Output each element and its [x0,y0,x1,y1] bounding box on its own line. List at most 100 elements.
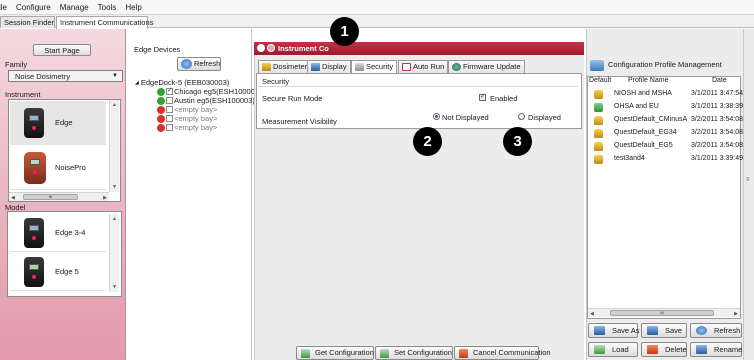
bay-checkbox[interactable] [166,124,173,131]
tree-node-bay[interactable]: <empty bay> [157,105,217,114]
bay-checkbox[interactable] [166,106,173,113]
profile-date: 3/1/2011 3:39:49 [691,155,744,162]
scroll-down-icon: ▼ [112,184,117,190]
button-label: Save [665,326,683,335]
displayed-radio[interactable] [518,113,525,120]
load-icon [594,345,605,354]
calendar-icon [402,63,411,71]
tree-node-bay[interactable]: Austin eg5(ESH100003) [157,96,255,105]
instrument-name: Edge [55,118,73,127]
lock-icon [594,116,603,125]
column-default[interactable]: Default [589,77,611,84]
tab-label: Display [322,62,347,71]
menu-configure[interactable]: Configure [12,3,56,12]
table-row[interactable]: OHSA and EU 3/1/2011 3:38:39 [588,103,743,113]
profile-manager-icon [590,60,604,71]
bay-checkbox[interactable] [166,115,173,122]
button-label: Refresh [714,326,741,335]
cancel-communication-button[interactable]: Cancel Communication [454,346,551,360]
edge-refresh-button[interactable]: Refresh [177,57,221,71]
profile-name: NIOSH and MSHA [614,90,672,97]
get-configuration-button[interactable]: Get Configuration [296,346,374,360]
tree-node-bay[interactable]: Chicago eg5(ESH100005) [157,86,262,96]
instrument-list-hscrollbar[interactable]: ◀ III ▶ [9,192,109,201]
tree-node-dock[interactable]: ◢ EdgeDock-5 (EEB030003) [135,78,229,87]
profile-management-title: Configuration Profile Management [608,60,722,69]
tab-auto-run[interactable]: Auto Run [398,60,449,73]
not-displayed-radio[interactable] [433,113,440,120]
scroll-left-icon: ◀ [11,195,15,201]
lock-icon [594,142,603,151]
table-row[interactable]: test3and4 3/1/2011 3:39:49 [588,155,744,165]
download-icon [301,349,310,358]
profile-table-hscrollbar[interactable]: ◀ III ▶ [588,308,740,317]
save-as-button[interactable]: Save As [588,323,640,338]
scroll-grip: III [48,194,53,199]
family-select[interactable]: Noise Dosimetry ▼ [8,70,123,82]
list-item-edge-3-4[interactable]: Edge 3-4 [10,214,106,252]
tab-session-finder[interactable]: Session Finder [0,16,55,28]
table-row[interactable]: QuestDefault_EG34 3/2/2011 3:54:08 [588,129,743,139]
refresh-icon [696,326,707,335]
menu-file[interactable]: ile [0,3,12,12]
callout-1: 1 [330,17,359,46]
delete-button[interactable]: Delete [641,342,687,357]
scroll-up-icon: ▲ [112,216,117,222]
tab-instrument-communications[interactable]: Instrument Communications [56,16,153,29]
instrument-list-vscrollbar[interactable]: ▲ ▼ [109,100,119,192]
button-label: Rename [714,345,743,354]
model-name: Edge 5 [55,267,79,276]
tree-node-bay[interactable]: <empty bay> [157,123,217,132]
scroll-thumb[interactable]: III [23,194,78,200]
load-button[interactable]: Load [588,342,638,357]
upload-icon [380,349,389,358]
start-page-button[interactable]: Start Page [33,44,91,56]
expand-panel-icon[interactable]: ≡ [746,177,750,183]
save-as-icon [594,326,605,335]
table-row[interactable]: QuestDefault_EG5 3/2/2011 3:54:08 [588,142,743,152]
bay-checkbox[interactable] [166,86,173,95]
noisepro-device-icon [24,152,46,184]
instrument-config-title: Instrument Co [278,44,329,53]
model-label: Model [5,203,26,212]
menu-manage[interactable]: Manage [56,3,94,12]
column-profile-name[interactable]: Profile Name [628,77,668,84]
tree-node-bay[interactable]: <empty bay> [157,114,217,123]
tab-security[interactable]: Security [351,60,398,74]
secure-run-enabled-checkbox[interactable] [479,92,486,101]
set-configuration-button[interactable]: Set Configuration [375,346,453,360]
menu-tools[interactable]: Tools [94,3,122,12]
list-item-edge-5[interactable]: Edge 5 [10,253,106,291]
tab-display[interactable]: Display [307,60,351,73]
table-row[interactable]: NIOSH and MSHA 3/1/2011 3:47:54 [588,90,743,100]
bay-checkbox[interactable] [166,97,173,104]
bay-label: <empty bay> [174,123,218,132]
scroll-left-icon: ◀ [590,311,594,317]
instrument-config-titlebar: Instrument Co [254,42,584,55]
profile-name: QuestDefault_EG5 [614,142,673,149]
menu-help[interactable]: Help [121,3,146,12]
secure-run-mode-label: Secure Run Mode [262,94,323,103]
status-error-icon [157,123,165,132]
column-date[interactable]: Date [712,77,727,84]
dock-label: EdgeDock-5 (EEB030003) [140,78,230,87]
profile-name: QuestDefault_CMinusA [614,116,688,123]
edge-device-icon [24,257,44,287]
scroll-thumb[interactable]: III [610,310,714,316]
list-item-noisepro[interactable]: NoisePro [10,146,106,190]
rename-button[interactable]: Rename [690,342,742,357]
status-error-icon [157,105,165,114]
tree-expand-icon[interactable]: ◢ [135,80,139,86]
list-item-edge[interactable]: Edge [10,101,106,145]
status-icon [267,44,275,52]
yellow-arrow-icon [594,155,603,164]
security-section-title: Security [262,77,290,86]
tab-label: Firmware Update [463,62,521,71]
button-label: Set Configuration [394,348,452,357]
tab-dosimeter[interactable]: Dosimeter [258,60,312,73]
save-button[interactable]: Save [641,323,687,338]
model-list-vscrollbar[interactable]: ▲ ▼ [109,214,119,292]
table-row[interactable]: QuestDefault_CMinusA 3/2/2011 3:54:08 [588,116,743,126]
refresh-profiles-button[interactable]: Refresh [690,323,742,338]
tab-firmware-update[interactable]: Firmware Update [448,60,525,73]
